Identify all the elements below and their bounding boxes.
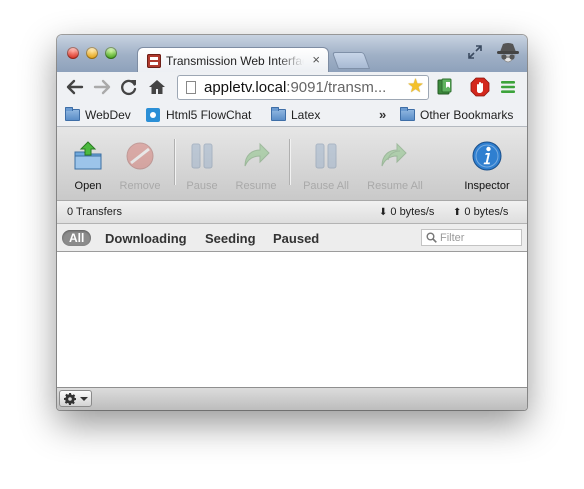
reload-icon[interactable]	[119, 77, 139, 97]
transfer-status-bar: 0 Transfers ⬇ 0 bytes/s ⬆ 0 bytes/s	[57, 201, 527, 224]
transfers-count: 0 Transfers	[67, 206, 123, 218]
incognito-icon	[497, 43, 519, 63]
pause-label: Pause	[186, 180, 218, 192]
bookmark-latex[interactable]: Latex	[271, 107, 320, 123]
forward-arrow-icon[interactable]	[92, 77, 112, 97]
menu-icon[interactable]	[500, 80, 516, 94]
remove-icon	[126, 142, 154, 170]
folder-icon	[65, 107, 80, 121]
info-icon	[472, 141, 502, 171]
filter-tab-paused[interactable]: Paused	[273, 231, 319, 246]
bookmark-webdev[interactable]: WebDev	[65, 107, 131, 123]
browser-toolbar: appletv.local:9091/transm... ★	[57, 72, 527, 103]
pause-all-icon	[315, 143, 337, 169]
gear-icon	[64, 393, 76, 405]
toolbar-separator	[174, 139, 175, 185]
minimize-window-button[interactable]	[86, 47, 98, 59]
resume-all-button[interactable]: Resume All	[362, 127, 428, 201]
back-arrow-icon[interactable]	[65, 77, 85, 97]
pause-icon	[191, 143, 213, 169]
inspector-label: Inspector	[464, 180, 510, 192]
flowchat-icon	[146, 108, 160, 122]
download-arrow-icon: ⬇	[379, 207, 388, 218]
page-icon	[186, 81, 196, 94]
bookmark-other-bookmarks[interactable]: Other Bookmarks	[400, 107, 513, 123]
open-button[interactable]: Open	[65, 127, 111, 201]
pause-button[interactable]: Pause	[180, 127, 224, 201]
bookmark-star-icon[interactable]: ★	[407, 77, 424, 97]
bookmarks-bar: WebDev Html5 FlowChat Latex » Other Book…	[57, 103, 527, 127]
upload-arrow-icon: ⬆	[453, 207, 462, 218]
new-tab-button[interactable]	[331, 52, 371, 69]
chevron-down-icon	[80, 397, 88, 401]
address-bar[interactable]: appletv.local:9091/transm... ★	[177, 75, 429, 100]
resume-icon	[244, 142, 270, 167]
transmission-favicon-icon	[147, 54, 161, 68]
transmission-toolbar: Open Remove Pause Resume Pause All Resum…	[57, 127, 527, 201]
inspector-button[interactable]: Inspector	[457, 127, 517, 201]
close-window-button[interactable]	[67, 47, 79, 59]
open-icon	[74, 141, 102, 170]
remove-button[interactable]: Remove	[115, 127, 165, 201]
resume-button[interactable]: Resume	[230, 127, 282, 201]
browser-tab-active[interactable]: Transmission Web Interface ×	[137, 47, 329, 73]
bookmark-html5-flowchat[interactable]: Html5 FlowChat	[146, 107, 251, 123]
home-icon[interactable]	[147, 77, 167, 97]
bottom-bar	[57, 387, 527, 410]
folder-icon	[400, 107, 415, 121]
url-text[interactable]: appletv.local:9091/transm...	[204, 79, 404, 96]
filter-tab-downloading[interactable]: Downloading	[105, 231, 187, 246]
upload-speed: ⬆ 0 bytes/s	[453, 206, 509, 218]
download-speed: ⬇ 0 bytes/s	[379, 206, 435, 218]
pause-all-button[interactable]: Pause All	[296, 127, 356, 201]
resume-all-label: Resume All	[367, 180, 423, 192]
torrent-list[interactable]	[57, 252, 527, 387]
zoom-window-button[interactable]	[105, 47, 117, 59]
resume-label: Resume	[235, 180, 277, 192]
filter-tab-all[interactable]: All	[62, 230, 92, 246]
bookmarks-overflow-chevron[interactable]: »	[379, 107, 386, 123]
folder-icon	[271, 107, 286, 121]
adblock-icon[interactable]	[470, 77, 490, 97]
browser-window: Transmission Web Interface × appletv.loc…	[57, 35, 527, 410]
open-label: Open	[74, 180, 102, 192]
title-bar: Transmission Web Interface ×	[57, 35, 527, 73]
tab-title: Transmission Web Interface	[166, 54, 304, 68]
filter-tab-seeding[interactable]: Seeding	[205, 231, 256, 246]
tab-close-icon[interactable]: ×	[312, 52, 320, 67]
filter-bar: All Downloading Seeding Paused	[57, 224, 527, 252]
toolbar-separator	[289, 139, 290, 185]
bookmark-extension-icon[interactable]	[436, 78, 454, 96]
search-icon	[426, 232, 437, 243]
settings-menu-button[interactable]	[59, 390, 92, 407]
remove-label: Remove	[119, 180, 161, 192]
fullscreen-icon[interactable]	[467, 44, 483, 60]
resume-all-icon	[381, 142, 407, 167]
pause-all-label: Pause All	[303, 180, 349, 192]
